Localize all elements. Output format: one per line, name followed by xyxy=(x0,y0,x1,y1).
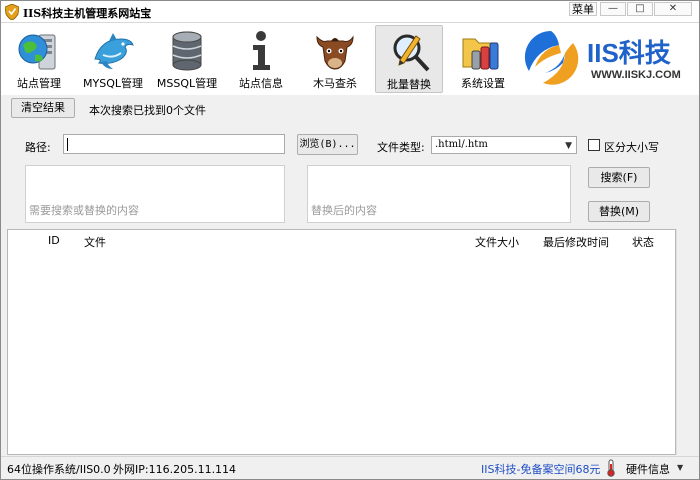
thermometer-icon xyxy=(607,459,615,477)
minimize-button[interactable]: — xyxy=(600,2,626,16)
tool-label: 站点管理 xyxy=(17,77,61,90)
column-header-modified[interactable]: 最后修改时间 xyxy=(543,234,609,250)
maximize-button[interactable]: □ xyxy=(627,2,653,16)
column-header-size[interactable]: 文件大小 xyxy=(475,234,519,250)
window-title: IIS科技主机管理系网站宝 xyxy=(23,7,152,20)
column-header-id[interactable]: ID xyxy=(48,234,60,247)
result-summary: 本次搜索已找到0个文件 xyxy=(89,104,206,117)
close-button[interactable]: ✕ xyxy=(654,2,692,16)
case-sensitive-label: 区分大小写 xyxy=(604,141,659,154)
brand-logo: IIS科技 WWW.IISKJ.COM xyxy=(521,23,697,93)
iis-logo-icon xyxy=(524,30,579,85)
tool-label: MSSQL管理 xyxy=(156,77,218,90)
tool-label: 批量替换 xyxy=(387,78,431,91)
promo-link[interactable]: IIS科技-免备案空间68元 xyxy=(481,461,600,477)
menu-button[interactable]: 菜单 xyxy=(569,2,597,16)
text-caret xyxy=(67,138,68,151)
tool-trojan-kill[interactable]: 木马查杀 xyxy=(301,25,369,93)
file-type-label: 文件类型: xyxy=(377,141,425,154)
hardware-info-button[interactable]: 硬件信息 xyxy=(626,461,670,477)
search-placeholder: 需要搜索或替换的内容 xyxy=(29,204,139,217)
column-header-status[interactable]: 状态 xyxy=(632,234,654,250)
main-window: IIS科技主机管理系网站宝 菜单 — □ ✕ 站点管理 MYSQL管理 MSSQ… xyxy=(0,0,700,480)
tool-label: MYSQL管理 xyxy=(83,77,143,90)
search-button[interactable]: 搜索(F) xyxy=(588,167,650,188)
chevron-down-icon: ▼ xyxy=(565,141,572,151)
globe-server-icon xyxy=(18,34,56,70)
case-sensitive-checkbox[interactable] xyxy=(588,139,600,151)
file-type-value: .html/.htm xyxy=(435,139,488,150)
replace-placeholder: 替换后的内容 xyxy=(311,204,377,217)
magnifier-pencil-icon xyxy=(393,34,430,72)
path-input[interactable] xyxy=(63,134,285,154)
database-icon xyxy=(172,31,202,71)
path-label: 路径: xyxy=(25,141,51,154)
dolphin-icon xyxy=(94,33,134,69)
tool-label: 系统设置 xyxy=(461,77,505,90)
folder-settings-icon xyxy=(462,38,499,70)
shield-icon xyxy=(5,4,19,20)
results-table[interactable]: ID 文件 文件大小 最后修改时间 状态 xyxy=(7,229,676,455)
replace-button[interactable]: 替换(M) xyxy=(588,201,650,222)
horse-icon xyxy=(316,35,354,70)
tool-mssql-manage[interactable]: MSSQL管理 xyxy=(153,25,221,93)
clear-results-button[interactable]: 清空结果 xyxy=(11,98,75,118)
title-bar: IIS科技主机管理系网站宝 菜单 — □ ✕ xyxy=(1,1,699,23)
info-icon xyxy=(253,31,270,70)
search-content-textarea[interactable]: 需要搜索或替换的内容 xyxy=(25,165,285,223)
tool-mysql-manage[interactable]: MYSQL管理 xyxy=(79,25,147,93)
tool-system-settings[interactable]: 系统设置 xyxy=(449,25,517,93)
status-bar: 64位操作系统/IIS0.0 外网IP:116.205.11.114 IIS科技… xyxy=(1,456,699,479)
file-type-select[interactable]: .html/.htm ▼ xyxy=(431,136,577,154)
tool-site-manage[interactable]: 站点管理 xyxy=(5,25,73,93)
tool-batch-replace[interactable]: 批量替换 xyxy=(375,25,443,93)
replace-content-textarea[interactable]: 替换后的内容 xyxy=(307,165,571,223)
browse-button[interactable]: 浏览(B)... xyxy=(297,134,358,155)
tool-label: 站点信息 xyxy=(239,77,283,90)
vertical-scrollbar[interactable] xyxy=(676,229,693,455)
brand-name: IIS科技 xyxy=(587,38,671,68)
tool-label: 木马查杀 xyxy=(313,77,357,90)
ip-info: 外网IP:116.205.11.114 xyxy=(113,463,237,476)
dropdown-arrow-icon[interactable]: ▼ xyxy=(677,463,683,472)
tool-site-info[interactable]: 站点信息 xyxy=(227,25,295,93)
system-info: 64位操作系统/IIS0.0 xyxy=(7,463,111,476)
brand-url: WWW.IISKJ.COM xyxy=(591,69,681,81)
column-header-file[interactable]: 文件 xyxy=(84,234,106,250)
